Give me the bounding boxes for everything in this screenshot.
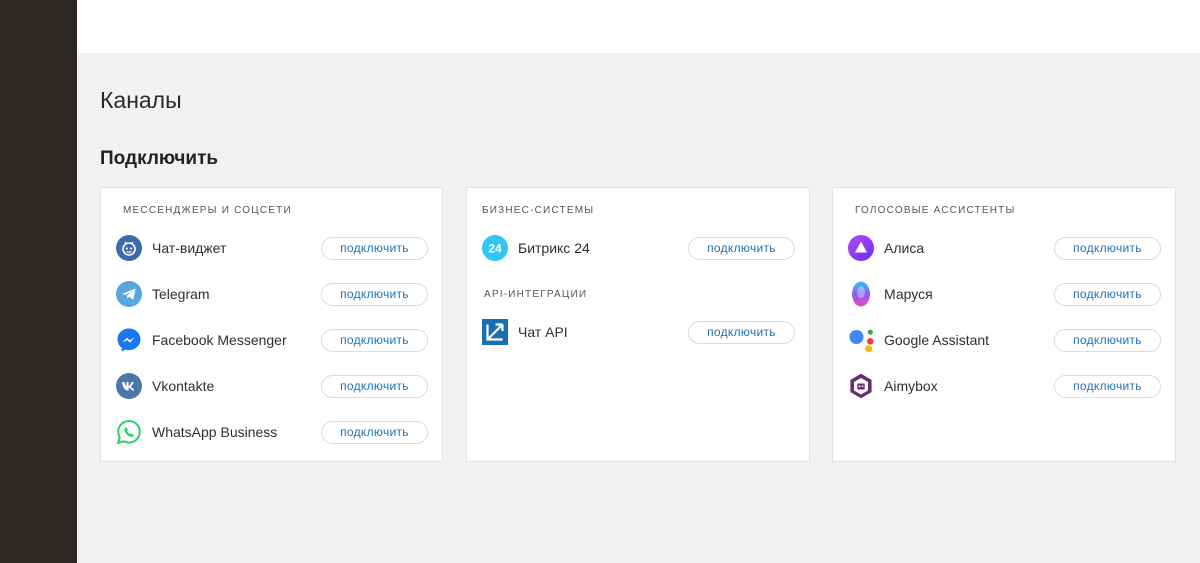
connect-button-marusya[interactable]: подключить [1054,282,1161,306]
chat-widget-icon [116,235,142,261]
group-label-voice: ГОЛОСОВЫЕ АССИСТЕНТЫ [855,205,1016,216]
marusya-icon [848,281,874,307]
connect-button-aimybox[interactable]: подключить [1054,374,1161,398]
page-title: Каналы [100,87,182,113]
card-business: БИЗНЕС-СИСТЕМЫ 24 Битрикс 24 подключить … [466,187,810,462]
connect-button-google-assistant[interactable]: подключить [1054,328,1161,352]
channel-row-alice: Алиса подключить [848,234,1161,262]
group-label-api: API-ИНТЕГРАЦИИ [484,289,588,300]
channel-name: Telegram [152,286,210,302]
channel-row-aimybox: Aimybox подключить [848,372,1161,400]
channel-name: Aimybox [884,378,938,394]
group-label-messengers: МЕССЕНДЖЕРЫ И СОЦСЕТИ [123,205,292,216]
channel-name: Facebook Messenger [152,332,287,348]
sidebar [0,0,77,563]
channel-row-messenger: Facebook Messenger подключить [116,326,428,354]
card-messengers: МЕССЕНДЖЕРЫ И СОЦСЕТИ Чат-виджет подключ… [100,187,443,462]
channel-row-google-assistant: Google Assistant подключить [848,326,1161,354]
alice-icon [848,235,874,261]
channel-row-telegram: Telegram подключить [116,280,428,308]
channel-name: WhatsApp Business [152,424,278,440]
aimybox-icon [848,373,874,399]
channel-name: Google Assistant [884,332,990,348]
connect-button-whatsapp[interactable]: подключить [321,420,428,444]
connect-button-alice[interactable]: подключить [1054,236,1161,260]
channel-name: Битрикс 24 [518,240,590,256]
vk-icon [116,373,142,399]
channel-row-marusya: Маруся подключить [848,280,1161,308]
channel-name: Чат-виджет [152,240,227,256]
channel-name: Маруся [884,286,933,302]
telegram-icon [116,281,142,307]
channel-row-chat-widget: Чат-виджет подключить [116,234,428,262]
card-voice-assistants: ГОЛОСОВЫЕ АССИСТЕНТЫ Алиса подключить Ма… [832,187,1176,462]
bitrix24-icon: 24 [482,235,508,261]
connect-button-chat-api[interactable]: подключить [688,320,795,344]
channel-name: Vkontakte [152,378,215,394]
channel-row-bitrix24: 24 Битрикс 24 подключить [482,234,795,262]
connect-button-messenger[interactable]: подключить [321,328,428,352]
channel-name: Чат API [518,324,568,340]
channel-row-whatsapp: WhatsApp Business подключить [116,418,428,446]
top-bar [77,0,1200,53]
whatsapp-icon [116,419,142,445]
main-content: Каналы Подключить МЕССЕНДЖЕРЫ И СОЦСЕТИ … [77,53,1200,563]
channel-row-vk: Vkontakte подключить [116,372,428,400]
svg-text:24: 24 [488,241,502,255]
channel-row-chat-api: Чат API подключить [482,318,795,346]
group-label-business: БИЗНЕС-СИСТЕМЫ [482,205,595,216]
connect-button-telegram[interactable]: подключить [321,282,428,306]
google-assistant-icon [848,327,874,353]
connect-button-chat-widget[interactable]: подключить [321,236,428,260]
section-title: Подключить [100,148,219,169]
connect-button-bitrix24[interactable]: подключить [688,236,795,260]
chat-api-icon [482,319,508,345]
connect-button-vk[interactable]: подключить [321,374,428,398]
channel-name: Алиса [884,240,925,256]
messenger-icon [116,327,142,353]
